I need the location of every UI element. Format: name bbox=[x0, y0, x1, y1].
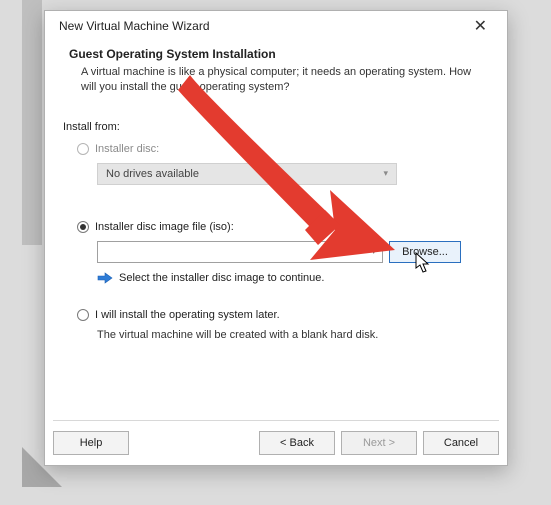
chevron-down-icon[interactable]: ▾ bbox=[371, 246, 376, 257]
option-installer-disc: Installer disc: No drives available ▾ bbox=[77, 143, 489, 185]
radio-iso[interactable]: Installer disc image file (iso): bbox=[77, 221, 489, 233]
drive-dropdown: No drives available ▾ bbox=[97, 163, 397, 185]
wizard-dialog: New Virtual Machine Wizard ✕ Guest Opera… bbox=[44, 10, 508, 466]
drive-dropdown-text: No drives available bbox=[106, 168, 199, 180]
window-title: New Virtual Machine Wizard bbox=[59, 19, 210, 33]
back-button[interactable]: < Back bbox=[259, 431, 335, 455]
background-strip bbox=[22, 0, 42, 245]
later-description: The virtual machine will be created with… bbox=[97, 329, 489, 341]
radio-icon bbox=[77, 309, 89, 321]
page-description: A virtual machine is like a physical com… bbox=[81, 65, 489, 95]
cursor-icon bbox=[415, 252, 431, 274]
help-button[interactable]: Help bbox=[53, 431, 129, 455]
close-icon[interactable]: ✕ bbox=[464, 14, 497, 38]
radio-later[interactable]: I will install the operating system late… bbox=[77, 309, 489, 321]
titlebar: New Virtual Machine Wizard ✕ bbox=[45, 11, 507, 41]
radio-installer-disc: Installer disc: bbox=[77, 143, 489, 155]
dialog-content: Guest Operating System Installation A vi… bbox=[45, 41, 507, 341]
button-bar: Help < Back Next > Cancel bbox=[53, 431, 499, 455]
option-later: I will install the operating system late… bbox=[77, 309, 489, 341]
cancel-button[interactable]: Cancel bbox=[423, 431, 499, 455]
radio-icon bbox=[77, 143, 89, 155]
radio-label-disc: Installer disc: bbox=[95, 143, 159, 155]
arrow-right-icon bbox=[97, 271, 113, 285]
page-heading: Guest Operating System Installation bbox=[69, 47, 489, 61]
next-button: Next > bbox=[341, 431, 417, 455]
chevron-down-icon: ▾ bbox=[383, 168, 388, 179]
iso-hint-text: Select the installer disc image to conti… bbox=[119, 272, 324, 284]
install-from-label: Install from: bbox=[63, 121, 489, 133]
radio-label-iso: Installer disc image file (iso): bbox=[95, 221, 234, 233]
separator bbox=[53, 420, 499, 421]
iso-path-input[interactable]: ▾ bbox=[97, 241, 383, 263]
radio-label-later: I will install the operating system late… bbox=[95, 309, 280, 321]
radio-icon bbox=[77, 221, 89, 233]
